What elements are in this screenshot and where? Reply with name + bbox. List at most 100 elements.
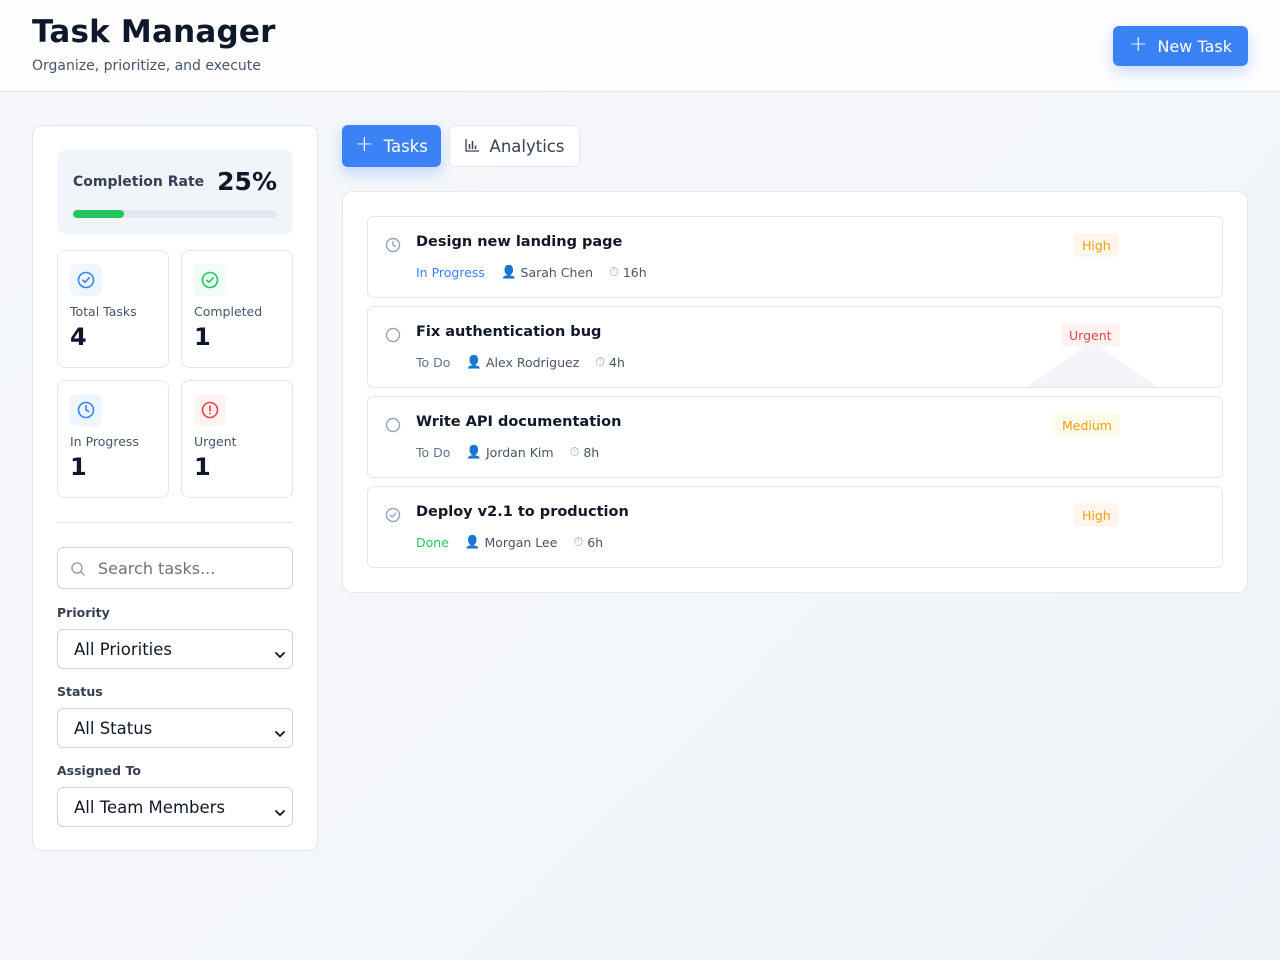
task-meta: In Progress 👤 Sarah Chen ⏱ 16h (416, 264, 647, 280)
task-estimate-value: 16h (622, 264, 647, 280)
task-estimate: ⏱ 4h (595, 354, 625, 370)
task-assignee-name: Sarah Chen (520, 264, 594, 280)
stat-label: Total Tasks (70, 304, 137, 319)
task-assignee: 👤 Sarah Chen (501, 264, 593, 280)
task-title: Fix authentication bug (416, 324, 602, 340)
priority-badge: High (1074, 503, 1119, 527)
task-assignee: 👤 Morgan Lee (465, 534, 558, 550)
task-status: In Progress (416, 264, 485, 280)
priority-badge: High (1074, 233, 1119, 257)
stat-value: 1 (70, 453, 87, 481)
task-assignee-name: Alex Rodriguez (485, 354, 580, 370)
stopwatch-icon: ⏱ (573, 534, 584, 549)
priority-filter-value: All Priorities (74, 639, 172, 659)
stat-card-total-tasks: Total Tasks 4 (57, 250, 169, 368)
check-circle-icon (70, 264, 102, 296)
tab-analytics-label: Analytics (489, 136, 565, 156)
priority-filter-select[interactable]: All Priorities (57, 629, 293, 669)
task-list-panel: Design new landing page In Progress 👤 Sa… (342, 191, 1248, 593)
sidebar-divider (57, 522, 293, 523)
circle-icon (385, 417, 401, 437)
task-estimate-value: 6h (587, 534, 604, 550)
task-card[interactable]: Fix authentication bug To Do 👤 Alex Rodr… (367, 306, 1223, 388)
sidebar: Completion Rate 25% Total Tasks 4 Comple… (32, 125, 318, 851)
task-card[interactable]: Write API documentation To Do 👤 Jordan K… (367, 396, 1223, 478)
task-estimate: ⏱ 16h (609, 264, 647, 280)
assignee-filter-select[interactable]: All Team Members (57, 787, 293, 827)
app-title: Task Manager (32, 14, 276, 50)
task-status: To Do (416, 444, 451, 460)
stat-value: 1 (194, 453, 211, 481)
status-filter-select[interactable]: All Status (57, 708, 293, 748)
tab-tasks-label: Tasks (383, 136, 428, 156)
stat-label: In Progress (70, 434, 139, 449)
search-input[interactable] (98, 548, 288, 588)
completion-rate-label: Completion Rate (73, 174, 205, 190)
task-meta: To Do 👤 Jordan Kim ⏱ 8h (416, 444, 599, 460)
app-header: Task Manager Organize, prioritize, and e… (0, 0, 1280, 92)
task-estimate-value: 4h (609, 354, 625, 370)
task-meta: Done 👤 Morgan Lee ⏱ 6h (416, 534, 603, 550)
priority-badge: Medium (1054, 413, 1120, 437)
decorative-shape (1024, 341, 1160, 387)
task-title: Deploy v2.1 to production (416, 504, 629, 520)
bar-chart-icon (464, 137, 480, 156)
clock-icon (70, 394, 102, 426)
stat-label: Completed (194, 304, 263, 319)
chevron-down-icon (274, 724, 286, 743)
task-assignee: 👤 Jordan Kim (466, 444, 553, 460)
plus-icon: + (1129, 32, 1148, 57)
clock-icon (385, 237, 401, 257)
task-card[interactable]: Design new landing page In Progress 👤 Sa… (367, 216, 1223, 298)
search-icon (70, 561, 86, 581)
user-icon: 👤 (464, 534, 481, 549)
tab-tasks[interactable]: + Tasks (342, 125, 441, 167)
completion-progress-fill (73, 210, 124, 218)
stat-card-urgent: Urgent 1 (181, 380, 293, 498)
stat-card-in-progress: In Progress 1 (57, 380, 169, 498)
stat-value: 1 (194, 323, 211, 351)
priority-badge: Urgent (1061, 323, 1120, 347)
priority-filter-label: Priority (57, 605, 110, 620)
user-icon: 👤 (466, 354, 482, 369)
app-subtitle: Organize, prioritize, and execute (32, 58, 261, 74)
circle-icon (385, 327, 401, 347)
task-estimate-value: 8h (583, 444, 600, 460)
alert-circle-icon (194, 394, 226, 426)
task-status: To Do (416, 354, 451, 370)
chevron-down-icon (274, 645, 286, 664)
tab-analytics[interactable]: Analytics (449, 125, 580, 167)
user-icon: 👤 (500, 264, 517, 279)
task-assignee-name: Jordan Kim (485, 444, 554, 460)
assignee-filter-label: Assigned To (57, 763, 141, 778)
stopwatch-icon: ⏱ (569, 444, 580, 459)
task-assignee: 👤 Alex Rodriguez (466, 354, 579, 370)
task-title: Design new landing page (416, 234, 623, 250)
task-assignee-name: Morgan Lee (484, 534, 558, 550)
stat-card-completed: Completed 1 (181, 250, 293, 368)
task-estimate: ⏱ 6h (573, 534, 603, 550)
task-status: Done (416, 534, 449, 550)
stat-label: Urgent (194, 434, 237, 449)
new-task-label: New Task (1157, 36, 1232, 56)
completion-rate-value: 25% (217, 167, 277, 196)
completion-progress-bar (73, 210, 277, 218)
plus-icon: + (355, 132, 374, 157)
completion-rate-card: Completion Rate 25% (57, 150, 293, 234)
task-card[interactable]: Deploy v2.1 to production Done 👤 Morgan … (367, 486, 1223, 568)
stat-value: 4 (70, 323, 87, 351)
task-title: Write API documentation (416, 414, 622, 430)
user-icon: 👤 (466, 444, 482, 459)
stopwatch-icon: ⏱ (595, 354, 606, 369)
search-box[interactable] (57, 547, 293, 589)
new-task-button[interactable]: + New Task (1113, 26, 1248, 66)
check-circle-icon (385, 507, 401, 527)
status-filter-label: Status (57, 684, 103, 699)
task-estimate: ⏱ 8h (570, 444, 600, 460)
chevron-down-icon (274, 803, 286, 822)
stopwatch-icon: ⏱ (609, 264, 619, 279)
status-filter-value: All Status (74, 718, 153, 738)
assignee-filter-value: All Team Members (74, 797, 226, 817)
task-meta: To Do 👤 Alex Rodriguez ⏱ 4h (416, 354, 625, 370)
check-circle-icon (194, 264, 226, 296)
